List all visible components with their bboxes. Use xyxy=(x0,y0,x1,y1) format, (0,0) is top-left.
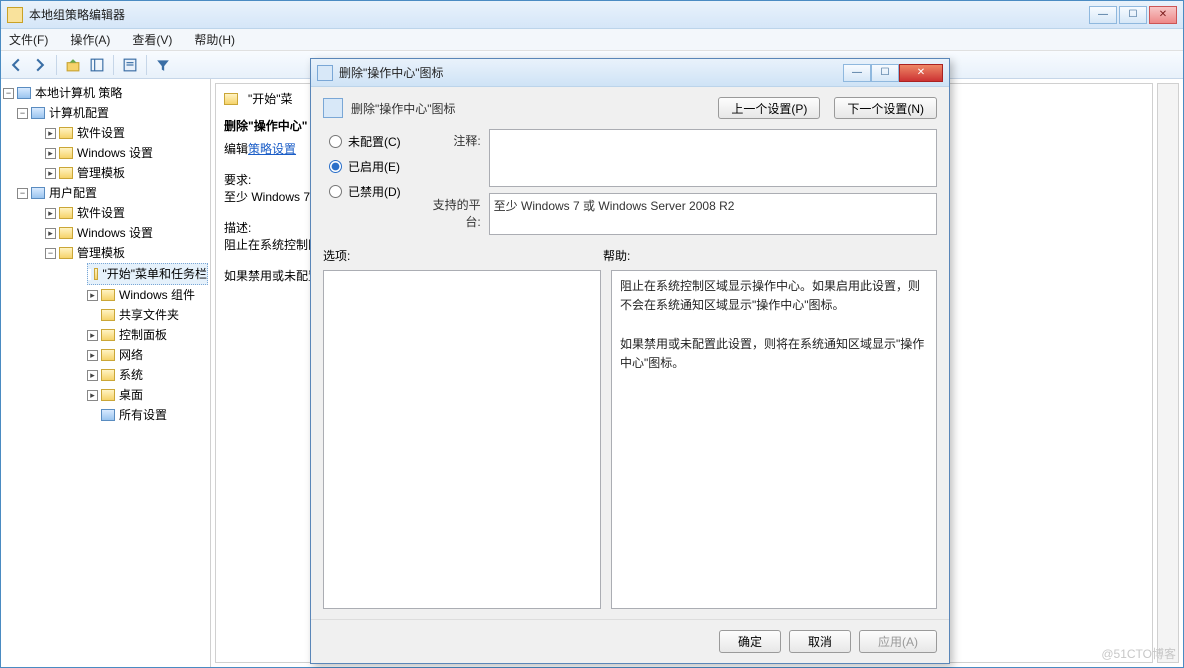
filter-button[interactable] xyxy=(152,54,174,76)
tree-system[interactable]: 系统 xyxy=(119,366,143,384)
ok-button[interactable]: 确定 xyxy=(719,630,781,653)
menu-action[interactable]: 操作(A) xyxy=(66,29,114,50)
supported-platforms: 至少 Windows 7 或 Windows Server 2008 R2 xyxy=(489,193,937,235)
tree-start-menu[interactable]: "开始"菜单和任务栏 xyxy=(102,265,207,283)
folder-icon xyxy=(94,268,99,280)
state-radios: 未配置(C) 已启用(E) 已禁用(D) xyxy=(329,133,401,200)
policy-icon xyxy=(323,98,343,118)
folder-icon xyxy=(59,147,73,159)
tree-all-settings[interactable]: 所有设置 xyxy=(119,406,167,424)
radio-not-configured[interactable]: 未配置(C) xyxy=(329,133,401,150)
folder-icon xyxy=(59,207,73,219)
detail-header: "开始"菜 xyxy=(248,90,293,107)
menu-view[interactable]: 查看(V) xyxy=(128,29,176,50)
menu-bar: 文件(F) 操作(A) 查看(V) 帮助(H) xyxy=(1,29,1183,51)
tree-root[interactable]: 本地计算机 策略 xyxy=(35,84,122,102)
comment-field[interactable] xyxy=(489,129,937,187)
dialog-minimize-button[interactable]: — xyxy=(843,64,871,82)
dialog-close-button[interactable]: ✕ xyxy=(899,64,943,82)
menu-file[interactable]: 文件(F) xyxy=(5,29,52,50)
help-label: 帮助: xyxy=(603,247,630,264)
all-settings-icon xyxy=(101,409,115,421)
help-p2: 如果禁用或未配置此设置，则将在系统通知区域显示"操作中心"图标。 xyxy=(620,335,928,373)
tree-comp-software[interactable]: 软件设置 xyxy=(77,124,125,142)
help-box: 阻止在系统控制区域显示操作中心。如果启用此设置，则不会在系统通知区域显示"操作中… xyxy=(611,270,937,609)
folder-icon xyxy=(59,127,73,139)
window-title: 本地组策略编辑器 xyxy=(29,6,1089,23)
radio-disabled[interactable]: 已禁用(D) xyxy=(329,183,401,200)
tree-pane[interactable]: −本地计算机 策略 −计算机配置 ▸软件设置 ▸Windows 设置 ▸管理模板… xyxy=(1,79,211,667)
folder-icon xyxy=(59,227,73,239)
dialog-title-bar: 删除"操作中心"图标 — ☐ ✕ xyxy=(311,59,949,87)
back-button[interactable] xyxy=(5,54,27,76)
dialog-title: 删除"操作中心"图标 xyxy=(339,64,843,81)
folder-icon xyxy=(59,167,73,179)
cancel-button[interactable]: 取消 xyxy=(789,630,851,653)
comment-label: 注释: xyxy=(421,129,481,149)
folder-icon xyxy=(101,389,115,401)
prev-setting-button[interactable]: 上一个设置(P) xyxy=(718,97,820,119)
tree-user[interactable]: 用户配置 xyxy=(49,184,97,202)
menu-help[interactable]: 帮助(H) xyxy=(190,29,239,50)
forward-button[interactable] xyxy=(29,54,51,76)
tree-user-admin[interactable]: 管理模板 xyxy=(77,244,125,262)
tree-desktop[interactable]: 桌面 xyxy=(119,386,143,404)
tree-control-panel[interactable]: 控制面板 xyxy=(119,326,167,344)
properties-button[interactable] xyxy=(119,54,141,76)
apply-button[interactable]: 应用(A) xyxy=(859,630,937,653)
tree-network[interactable]: 网络 xyxy=(119,346,143,364)
folder-icon xyxy=(101,309,115,321)
computer-icon xyxy=(31,107,45,119)
tree-user-windows[interactable]: Windows 设置 xyxy=(77,224,153,242)
up-button[interactable] xyxy=(62,54,84,76)
tree-shared[interactable]: 共享文件夹 xyxy=(119,306,179,324)
dialog-buttons: 确定 取消 应用(A) xyxy=(311,619,949,663)
title-bar: 本地组策略编辑器 — ☐ ✕ xyxy=(1,1,1183,29)
tree-comp-admin[interactable]: 管理模板 xyxy=(77,164,125,182)
policy-icon xyxy=(17,87,31,99)
right-tabs[interactable] xyxy=(1157,83,1179,663)
tree-user-software[interactable]: 软件设置 xyxy=(77,204,125,222)
folder-icon xyxy=(224,93,238,105)
edit-policy-link[interactable]: 策略设置 xyxy=(248,142,296,156)
options-label: 选项: xyxy=(323,247,603,264)
folder-icon xyxy=(101,329,115,341)
folder-icon xyxy=(59,247,73,259)
help-p1: 阻止在系统控制区域显示操作中心。如果启用此设置，则不会在系统通知区域显示"操作中… xyxy=(620,277,928,315)
app-icon xyxy=(7,7,23,23)
radio-enabled[interactable]: 已启用(E) xyxy=(329,158,401,175)
tree-win-components[interactable]: Windows 组件 xyxy=(119,286,195,304)
tree-computer[interactable]: 计算机配置 xyxy=(49,104,109,122)
options-box xyxy=(323,270,601,609)
folder-icon xyxy=(101,369,115,381)
user-icon xyxy=(31,187,45,199)
dialog-maximize-button[interactable]: ☐ xyxy=(871,64,899,82)
policy-dialog: 删除"操作中心"图标 — ☐ ✕ 删除"操作中心"图标 上一个设置(P) 下一个… xyxy=(310,58,950,664)
dialog-icon xyxy=(317,65,333,81)
minimize-button[interactable]: — xyxy=(1089,6,1117,24)
folder-icon xyxy=(101,349,115,361)
show-hide-button[interactable] xyxy=(86,54,108,76)
maximize-button[interactable]: ☐ xyxy=(1119,6,1147,24)
next-setting-button[interactable]: 下一个设置(N) xyxy=(834,97,937,119)
watermark: @51CTO博客 xyxy=(1101,645,1176,662)
edit-prefix: 编辑 xyxy=(224,142,248,156)
dialog-body: 删除"操作中心"图标 上一个设置(P) 下一个设置(N) 未配置(C) 已启用(… xyxy=(311,87,949,619)
support-label: 支持的平台: xyxy=(421,193,481,230)
folder-icon xyxy=(101,289,115,301)
close-button[interactable]: ✕ xyxy=(1149,6,1177,24)
dialog-subtitle: 删除"操作中心"图标 xyxy=(351,100,704,117)
tree-comp-windows[interactable]: Windows 设置 xyxy=(77,144,153,162)
